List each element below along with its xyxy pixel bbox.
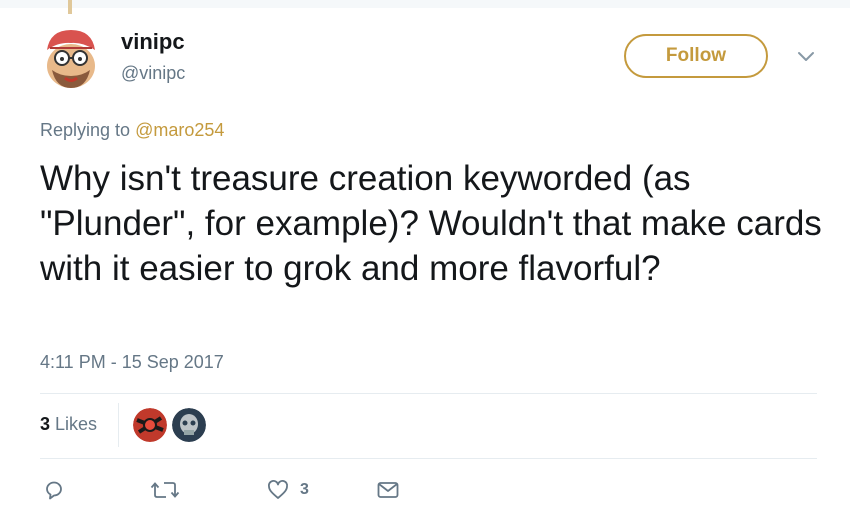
top-bar xyxy=(0,0,850,8)
liker-avatar[interactable] xyxy=(172,408,206,442)
message-icon xyxy=(377,482,399,498)
retweet-button[interactable] xyxy=(150,478,180,502)
like-button[interactable]: 3 xyxy=(266,478,309,502)
likes-stat[interactable]: 3 Likes xyxy=(40,414,97,435)
replying-to: Replying to @maro254 xyxy=(40,120,224,141)
reply-icon xyxy=(46,481,62,500)
divider xyxy=(40,393,817,394)
tweet-timestamp[interactable]: 4:11 PM - 15 Sep 2017 xyxy=(40,352,224,373)
tweet-text: Why isn't treasure creation keyworded (a… xyxy=(40,159,822,288)
liker-avatar[interactable] xyxy=(133,408,167,442)
direct-message-button[interactable] xyxy=(376,478,400,502)
thread-connector xyxy=(68,0,72,14)
user-handle[interactable]: @vinipc xyxy=(121,63,185,84)
divider xyxy=(40,458,817,459)
likes-label: Likes xyxy=(50,414,98,434)
like-count: 3 xyxy=(300,481,309,498)
reply-button[interactable] xyxy=(42,478,66,502)
replying-to-label: Replying to xyxy=(40,120,136,140)
reply-target-link[interactable]: @maro254 xyxy=(135,120,224,140)
display-name[interactable]: vinipc xyxy=(121,29,185,55)
chevron-down-icon[interactable] xyxy=(796,48,816,64)
likes-count: 3 xyxy=(40,414,51,434)
stats-divider xyxy=(118,403,119,447)
avatar[interactable] xyxy=(38,24,104,90)
follow-button[interactable]: Follow xyxy=(624,34,768,78)
retweet-icon xyxy=(150,482,180,498)
heart-icon xyxy=(268,480,288,499)
